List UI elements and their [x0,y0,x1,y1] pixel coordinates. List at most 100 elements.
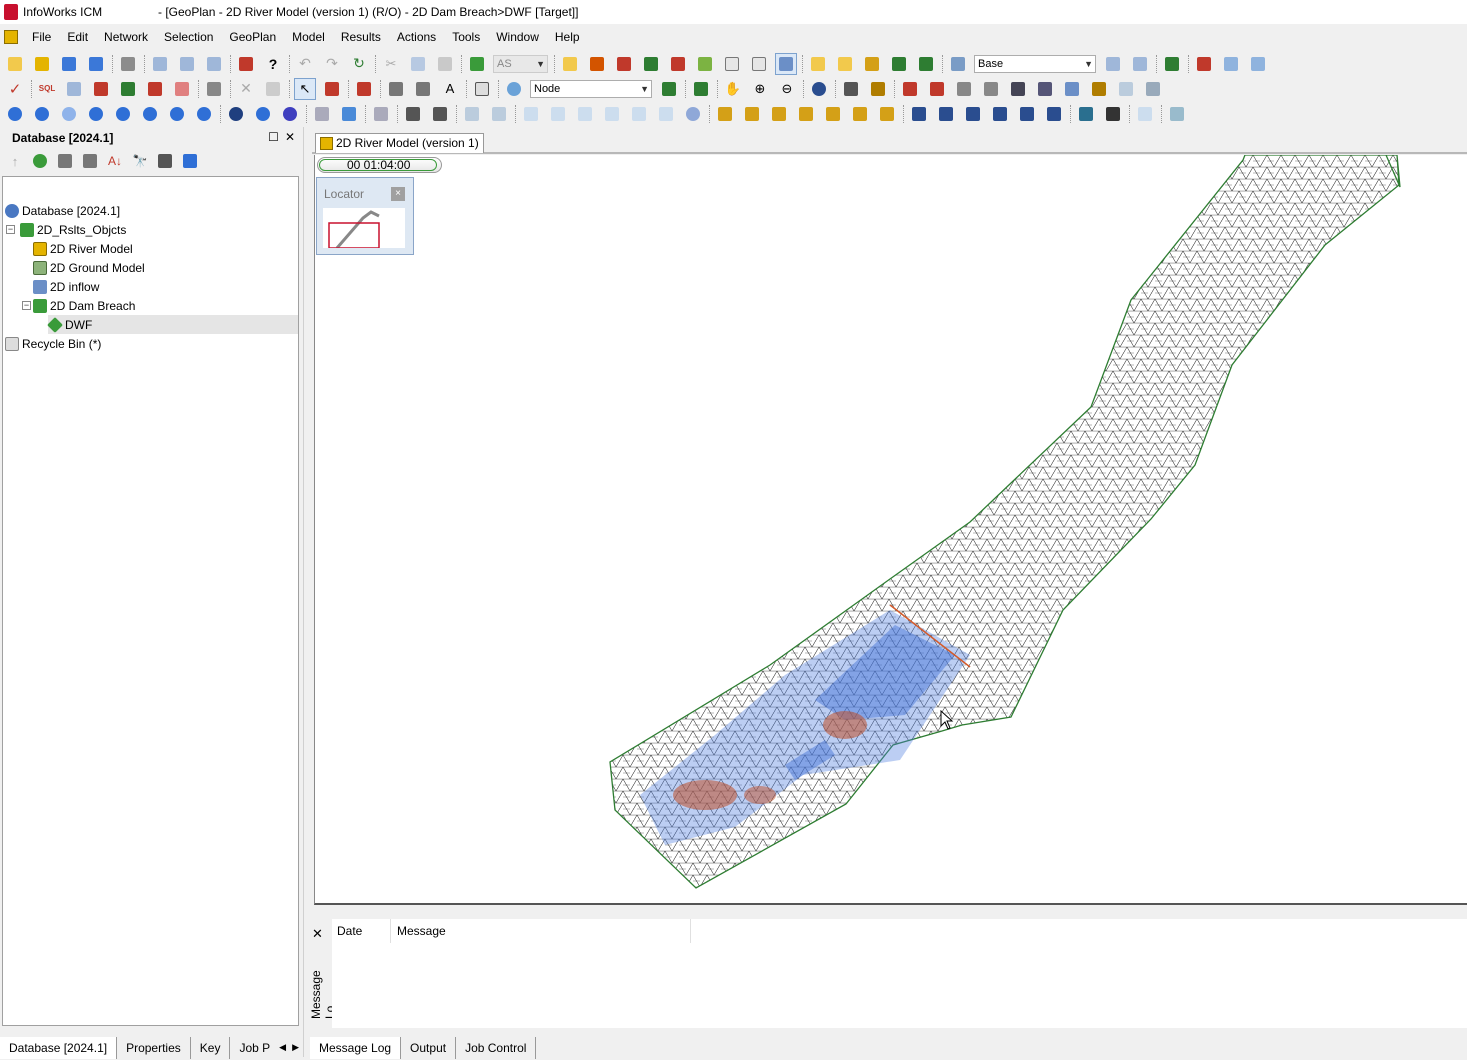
pencil-icon[interactable] [466,53,488,75]
nav-globe-icon[interactable] [682,103,704,125]
close-icon[interactable]: ✕ [312,926,323,942]
step-back-icon[interactable] [31,103,53,125]
help-icon[interactable]: ? [262,53,284,75]
theme-1-icon[interactable] [714,103,736,125]
menu-help[interactable]: Help [547,26,588,48]
table-icon[interactable] [63,78,85,100]
locate-icon[interactable] [179,150,201,172]
geoplan-icon[interactable] [559,53,581,75]
theme-2-icon[interactable] [741,103,763,125]
scenario-run-icon[interactable] [1161,53,1183,75]
menu-geoplan[interactable]: GeoPlan [221,26,284,48]
tab-properties[interactable]: Properties [117,1036,191,1059]
layers-icon[interactable] [915,53,937,75]
redo-icon[interactable]: ↷ [321,53,343,75]
new-object-icon[interactable] [31,53,53,75]
mesh-merge-icon[interactable] [980,78,1002,100]
play-icon[interactable] [112,103,134,125]
time-display[interactable]: 00 01:04:00 [317,157,442,173]
document-menu-icon[interactable] [4,30,18,44]
loop-icon[interactable] [166,103,188,125]
hat-icon[interactable] [1102,103,1124,125]
scenario-icon[interactable] [947,53,969,75]
delete-icon[interactable]: ✕ [235,78,257,100]
gear-4-icon[interactable] [989,103,1011,125]
first-step-icon[interactable] [4,103,26,125]
map-grid-icon[interactable] [1061,78,1083,100]
copy-icon[interactable] [407,53,429,75]
pause-icon[interactable] [58,103,80,125]
menu-edit[interactable]: Edit [59,26,96,48]
column-divider[interactable] [690,919,691,943]
open-icon[interactable] [58,53,80,75]
menu-window[interactable]: Window [488,26,547,48]
query-icon[interactable] [807,53,829,75]
collapse-icon[interactable]: − [6,225,15,234]
tab-database[interactable]: Database [2024.1] [0,1036,118,1059]
results-query-icon[interactable] [311,103,333,125]
run-tool-icon[interactable] [888,53,910,75]
tab-output[interactable]: Output [401,1036,457,1059]
mesh-edit-icon[interactable] [899,78,921,100]
gear-1-icon[interactable] [908,103,930,125]
refresh-icon[interactable]: ↻ [348,53,370,75]
zoom-in-icon[interactable]: ⊕ [749,78,771,100]
list-view-icon[interactable] [54,150,76,172]
max-results-icon[interactable] [225,103,247,125]
text-label-icon[interactable]: A [439,78,461,100]
cut-icon[interactable]: ✂ [380,53,402,75]
theme-4-icon[interactable] [795,103,817,125]
report-icon[interactable] [748,53,770,75]
panel-icon[interactable] [1134,103,1156,125]
gear-2-icon[interactable] [935,103,957,125]
step-forward-icon[interactable] [85,103,107,125]
graph-icon[interactable] [640,53,662,75]
scenario-manage-icon[interactable] [1102,53,1124,75]
mesh-vertex-icon[interactable] [926,78,948,100]
gear-5-icon[interactable] [1016,103,1038,125]
database-tool-icon[interactable] [861,53,883,75]
stop-results-icon[interactable] [279,103,301,125]
validate-check-icon[interactable]: ✓ [4,78,26,100]
zoom-out-icon[interactable]: ⊖ [776,78,798,100]
section-icon[interactable] [667,53,689,75]
results-split-icon[interactable] [488,103,510,125]
printer-select-icon[interactable] [412,78,434,100]
tree-item-dam-breach[interactable]: 2D Dam Breach [33,296,135,315]
object-type-select[interactable]: Node ▼ [530,79,652,98]
nav-target-icon[interactable] [574,103,596,125]
info-results-icon[interactable] [252,103,274,125]
clear-trace-icon[interactable] [171,78,193,100]
menu-tools[interactable]: Tools [444,26,488,48]
long-section-icon[interactable] [613,53,635,75]
export-icon[interactable] [1247,53,1269,75]
xy-icon[interactable] [867,78,889,100]
map-flag-icon[interactable] [1088,78,1110,100]
commit-icon[interactable] [176,53,198,75]
network-trace-icon[interactable] [90,78,112,100]
tree-item-river-model[interactable]: 2D River Model [33,239,133,258]
info-icon[interactable] [808,78,830,100]
menu-file[interactable]: File [24,26,59,48]
theme-6-icon[interactable] [849,103,871,125]
tab-message-log[interactable]: Message Log [310,1036,402,1059]
grid-view-icon[interactable] [586,53,608,75]
delete-selection-icon[interactable] [262,78,284,100]
results-table-icon[interactable] [429,103,451,125]
delete-scenario-icon[interactable] [1193,53,1215,75]
tab-geoplan-document[interactable]: 2D River Model (version 1) [315,133,484,153]
monitor-icon[interactable] [154,150,176,172]
upstream-trace-icon[interactable] [117,78,139,100]
scenario-compare-icon[interactable] [1129,53,1151,75]
find-object-icon[interactable] [840,78,862,100]
menu-network[interactable]: Network [96,26,156,48]
tab-scroll-right-icon[interactable]: ▶ [292,1042,299,1053]
chart-icon[interactable] [721,53,743,75]
layout-icon[interactable] [1075,103,1097,125]
3d-view-icon[interactable] [694,53,716,75]
menu-model[interactable]: Model [284,26,333,48]
explorer-icon[interactable] [79,150,101,172]
properties-toggle-icon[interactable] [775,52,797,75]
nav-fit-icon[interactable] [601,103,623,125]
tree-item-inflow[interactable]: 2D inflow [33,277,99,296]
